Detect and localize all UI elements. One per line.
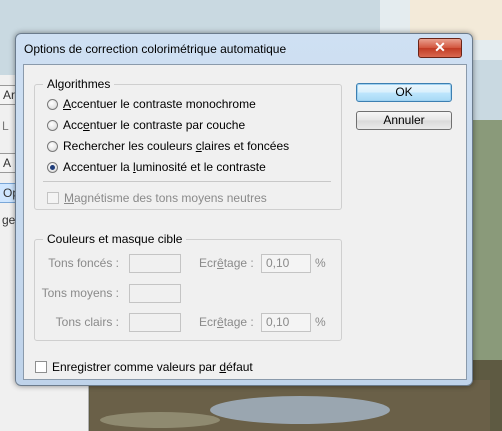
radio-label: Accentuer le contraste par couche xyxy=(63,118,246,132)
highlights-clip-label: Ecrêtage : xyxy=(199,315,254,329)
midtones-color-swatch[interactable] xyxy=(129,284,181,303)
checkbox[interactable] xyxy=(47,192,59,204)
dialog-title: Options de correction colorimétrique aut… xyxy=(24,42,287,56)
radio-per-channel-contrast[interactable]: Accentuer le contraste par couche xyxy=(47,116,245,134)
radio-button[interactable] xyxy=(47,98,58,110)
close-icon: ✕ xyxy=(434,39,446,55)
radio-label: Rechercher les couleurs claires et foncé… xyxy=(63,139,290,153)
highlights-color-swatch[interactable] xyxy=(129,313,181,332)
radio-button[interactable] xyxy=(47,140,58,152)
snap-neutral-midtones-checkbox[interactable]: Magnétisme des tons moyens neutres xyxy=(47,189,267,207)
shadows-clip-label: Ecrêtage : xyxy=(199,256,254,270)
group-divider xyxy=(43,181,331,182)
target-colors-group: Couleurs et masque cible Tons foncés : E… xyxy=(34,232,342,341)
checkbox[interactable] xyxy=(35,361,47,373)
radio-button-selected[interactable] xyxy=(47,161,58,173)
checkbox-label: Magnétisme des tons moyens neutres xyxy=(64,191,267,205)
highlights-percent: % xyxy=(315,315,326,329)
highlights-label: Tons clairs : xyxy=(55,315,119,329)
shadows-color-swatch[interactable] xyxy=(129,254,181,273)
save-as-defaults-checkbox[interactable]: Enregistrer comme valeurs par défaut xyxy=(35,358,253,376)
dialog-client-area: Algorithmes Accentuer le contraste monoc… xyxy=(23,64,467,380)
shadows-label: Tons foncés : xyxy=(48,256,119,270)
ok-button[interactable]: OK xyxy=(356,83,452,102)
shadows-percent: % xyxy=(315,256,326,270)
target-colors-legend: Couleurs et masque cible xyxy=(43,232,187,246)
background-fragment: L xyxy=(2,119,9,133)
background-fragment: A xyxy=(0,153,17,173)
radio-label: Accentuer la luminosité et le contraste xyxy=(63,160,266,174)
algorithms-legend: Algorithmes xyxy=(43,77,115,91)
radio-monochromatic-contrast[interactable]: Accentuer le contraste monochrome xyxy=(47,95,256,113)
radio-button[interactable] xyxy=(47,119,58,131)
title-bar[interactable]: Options de correction colorimétrique aut… xyxy=(16,34,472,64)
radio-label: Accentuer le contraste monochrome xyxy=(63,97,256,111)
auto-color-options-dialog: Options de correction colorimétrique aut… xyxy=(15,33,473,386)
midtones-label: Tons moyens : xyxy=(41,286,119,300)
cancel-button[interactable]: Annuler xyxy=(356,111,452,130)
algorithms-group: Algorithmes Accentuer le contraste monoc… xyxy=(34,77,342,210)
checkbox-label: Enregistrer comme valeurs par défaut xyxy=(52,360,253,374)
highlights-clip-input[interactable]: 0,10 xyxy=(261,313,311,332)
shadows-clip-input[interactable]: 0,10 xyxy=(261,254,311,273)
close-button[interactable]: ✕ xyxy=(418,38,462,58)
radio-brightness-contrast[interactable]: Accentuer la luminosité et le contraste xyxy=(47,158,266,176)
radio-find-dark-light-colors[interactable]: Rechercher les couleurs claires et foncé… xyxy=(47,137,289,155)
